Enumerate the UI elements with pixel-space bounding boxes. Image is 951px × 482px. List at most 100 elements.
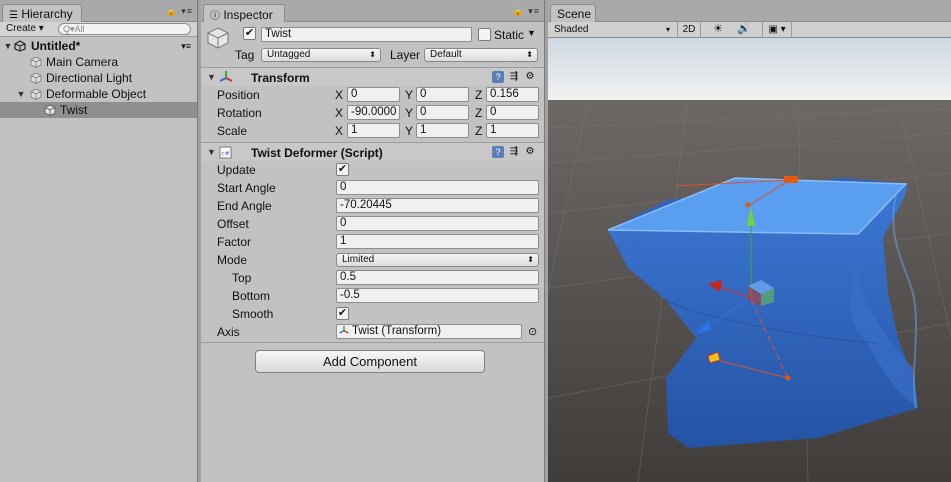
inspector-tabstrip: ⓘ Inspector 🔒 ▾≡ xyxy=(201,0,544,22)
layer-label: Layer xyxy=(390,48,421,62)
axis-object-field[interactable]: Twist (Transform) xyxy=(336,324,522,339)
object-picker-icon[interactable]: ⊙ xyxy=(528,325,537,338)
tab-hierarchy[interactable]: ☰ Hierarchy xyxy=(2,4,82,22)
twist-deformer-header[interactable]: ▼ c# Twist Deformer (Script) ? ⇶ ⚙ xyxy=(201,142,544,161)
preset-icon[interactable]: ⇶ xyxy=(508,146,520,158)
preset-icon[interactable]: ⇶ xyxy=(508,71,520,83)
svg-text:c#: c# xyxy=(221,151,229,158)
expand-arrow-icon[interactable]: ▼ xyxy=(3,38,13,54)
gameobject-icon xyxy=(44,104,56,116)
mode-row: Mode Limited ⬍ xyxy=(201,251,544,269)
transform-icon xyxy=(339,325,349,334)
bottom-handle[interactable] xyxy=(785,375,791,381)
top-field[interactable]: 0.5 xyxy=(336,270,539,285)
add-component-button[interactable]: Add Component xyxy=(255,350,485,373)
rotation-x-field[interactable]: -90.0000 xyxy=(347,105,400,120)
position-x-field[interactable]: 0 xyxy=(347,87,400,102)
info-icon: ⓘ xyxy=(210,11,220,22)
axis-z-label: Z xyxy=(475,106,483,120)
scale-label: Scale xyxy=(217,124,248,138)
tab-scene[interactable]: Scene xyxy=(550,4,596,22)
search-placeholder: All xyxy=(74,24,85,34)
scene-viewport[interactable] xyxy=(548,38,951,482)
tab-inspector[interactable]: ⓘ Inspector xyxy=(203,4,285,22)
hierarchy-tab-label: Hierarchy xyxy=(21,7,73,21)
inspector-panel: ⓘ Inspector 🔒 ▾≡ ✔ Twist Static ▼ Tag Un… xyxy=(201,0,545,482)
end-angle-field[interactable]: -70.20445 xyxy=(336,198,539,213)
gear-icon[interactable]: ⚙ xyxy=(524,146,536,158)
rotation-row: Rotation X -90.0000 Y 0 Z 0 xyxy=(201,104,544,122)
object-name-field[interactable]: Twist xyxy=(261,27,472,42)
start-angle-row: Start Angle 0 xyxy=(201,179,544,197)
static-checkbox[interactable] xyxy=(478,28,491,41)
shading-mode-dropdown[interactable]: Shaded ▾ xyxy=(554,23,672,36)
factor-field[interactable]: 1 xyxy=(336,234,539,249)
transform-header[interactable]: ▼ Transform ? ⇶ ⚙ xyxy=(201,67,544,86)
inspector-tab-label: Inspector xyxy=(223,8,273,22)
scale-x-field[interactable]: 1 xyxy=(347,123,400,138)
tag-label: Tag xyxy=(235,48,255,62)
offset-label: Offset xyxy=(217,217,249,231)
active-checkbox[interactable]: ✔ xyxy=(243,27,256,40)
top-label: Top xyxy=(232,271,252,285)
hierarchy-tree: ▼ Untitled* ▾≡ Main Camera Directional L… xyxy=(0,38,197,118)
scene-row[interactable]: ▼ Untitled* ▾≡ xyxy=(0,38,197,54)
layer-dropdown[interactable]: Default ⬍ xyxy=(424,48,538,62)
scale-y-field[interactable]: 1 xyxy=(416,123,469,138)
mode-dropdown[interactable]: Limited ⬍ xyxy=(336,253,539,267)
static-dropdown-icon[interactable]: ▼ xyxy=(527,28,536,38)
tree-item-deformable-object[interactable]: ▼ Deformable Object xyxy=(0,86,197,102)
tree-item-main-camera[interactable]: Main Camera xyxy=(0,54,197,70)
gear-icon[interactable]: ⚙ xyxy=(524,71,536,83)
dropdown-caret-icon: ⬍ xyxy=(369,50,376,59)
expand-arrow-icon[interactable]: ▼ xyxy=(16,86,26,102)
axis-y-label: Y xyxy=(405,124,414,138)
toggle-2d-button[interactable]: 2D xyxy=(677,22,701,37)
scale-row: Scale X 1 Y 1 Z 1 xyxy=(201,122,544,140)
panel-options-icon[interactable]: 🔒 ▾≡ xyxy=(166,6,193,17)
component-divider xyxy=(201,342,544,343)
tree-item-label: Twist xyxy=(60,103,88,117)
tree-item-directional-light[interactable]: Directional Light xyxy=(0,70,197,86)
start-angle-field[interactable]: 0 xyxy=(336,180,539,195)
scene-name: Untitled* xyxy=(31,39,81,53)
scene-tab-label: Scene xyxy=(557,7,592,21)
rotation-z-field[interactable]: 0 xyxy=(486,105,539,120)
update-checkbox[interactable]: ✔ xyxy=(336,163,349,176)
bottom-field[interactable]: -0.5 xyxy=(336,288,539,303)
position-z-field[interactable]: 0.156 xyxy=(486,87,539,102)
position-y-field[interactable]: 0 xyxy=(416,87,469,102)
effects-toggle-icon[interactable]: ▣ ▾ xyxy=(762,22,792,37)
script-icon: c# xyxy=(219,146,232,159)
offset-row: Offset 0 xyxy=(201,215,544,233)
offset-field[interactable]: 0 xyxy=(336,216,539,231)
scale-z-field[interactable]: 1 xyxy=(486,123,539,138)
panel-options-icon[interactable]: 🔒 ▾≡ xyxy=(513,6,540,17)
smooth-checkbox[interactable]: ✔ xyxy=(336,307,349,320)
axis-y-label: Y xyxy=(405,88,414,102)
lighting-toggle-icon[interactable]: ☀ xyxy=(707,22,729,37)
search-input[interactable]: Q▾All xyxy=(58,23,191,35)
rotation-label: Rotation xyxy=(217,106,262,120)
update-row: Update ✔ xyxy=(201,161,544,179)
fold-arrow-icon[interactable]: ▼ xyxy=(207,147,216,157)
axis-value: Twist (Transform) xyxy=(352,325,442,337)
position-label: Position xyxy=(217,88,260,102)
hierarchy-toolbar: Create ▾ Q▾All xyxy=(0,22,197,37)
tree-item-twist[interactable]: Twist xyxy=(0,102,197,118)
axis-x-label: X xyxy=(335,88,344,102)
fold-arrow-icon[interactable]: ▼ xyxy=(207,72,216,82)
help-icon[interactable]: ? xyxy=(492,146,504,158)
audio-toggle-icon[interactable]: 🔊 xyxy=(733,22,755,37)
help-icon[interactable]: ? xyxy=(492,71,504,83)
rotation-y-field[interactable]: 0 xyxy=(416,105,469,120)
tag-dropdown[interactable]: Untagged ⬍ xyxy=(261,48,381,62)
top-handle[interactable] xyxy=(784,176,798,183)
dropdown-caret-icon: ⬍ xyxy=(527,255,534,264)
scene-menu-icon[interactable]: ▾≡ xyxy=(181,38,191,54)
position-row: Position X 0 Y 0 Z 0.156 xyxy=(201,86,544,104)
create-button[interactable]: Create ▾ xyxy=(3,23,47,34)
tree-item-label: Deformable Object xyxy=(46,87,147,101)
static-label: Static xyxy=(494,28,525,42)
start-angle-label: Start Angle xyxy=(217,181,276,195)
